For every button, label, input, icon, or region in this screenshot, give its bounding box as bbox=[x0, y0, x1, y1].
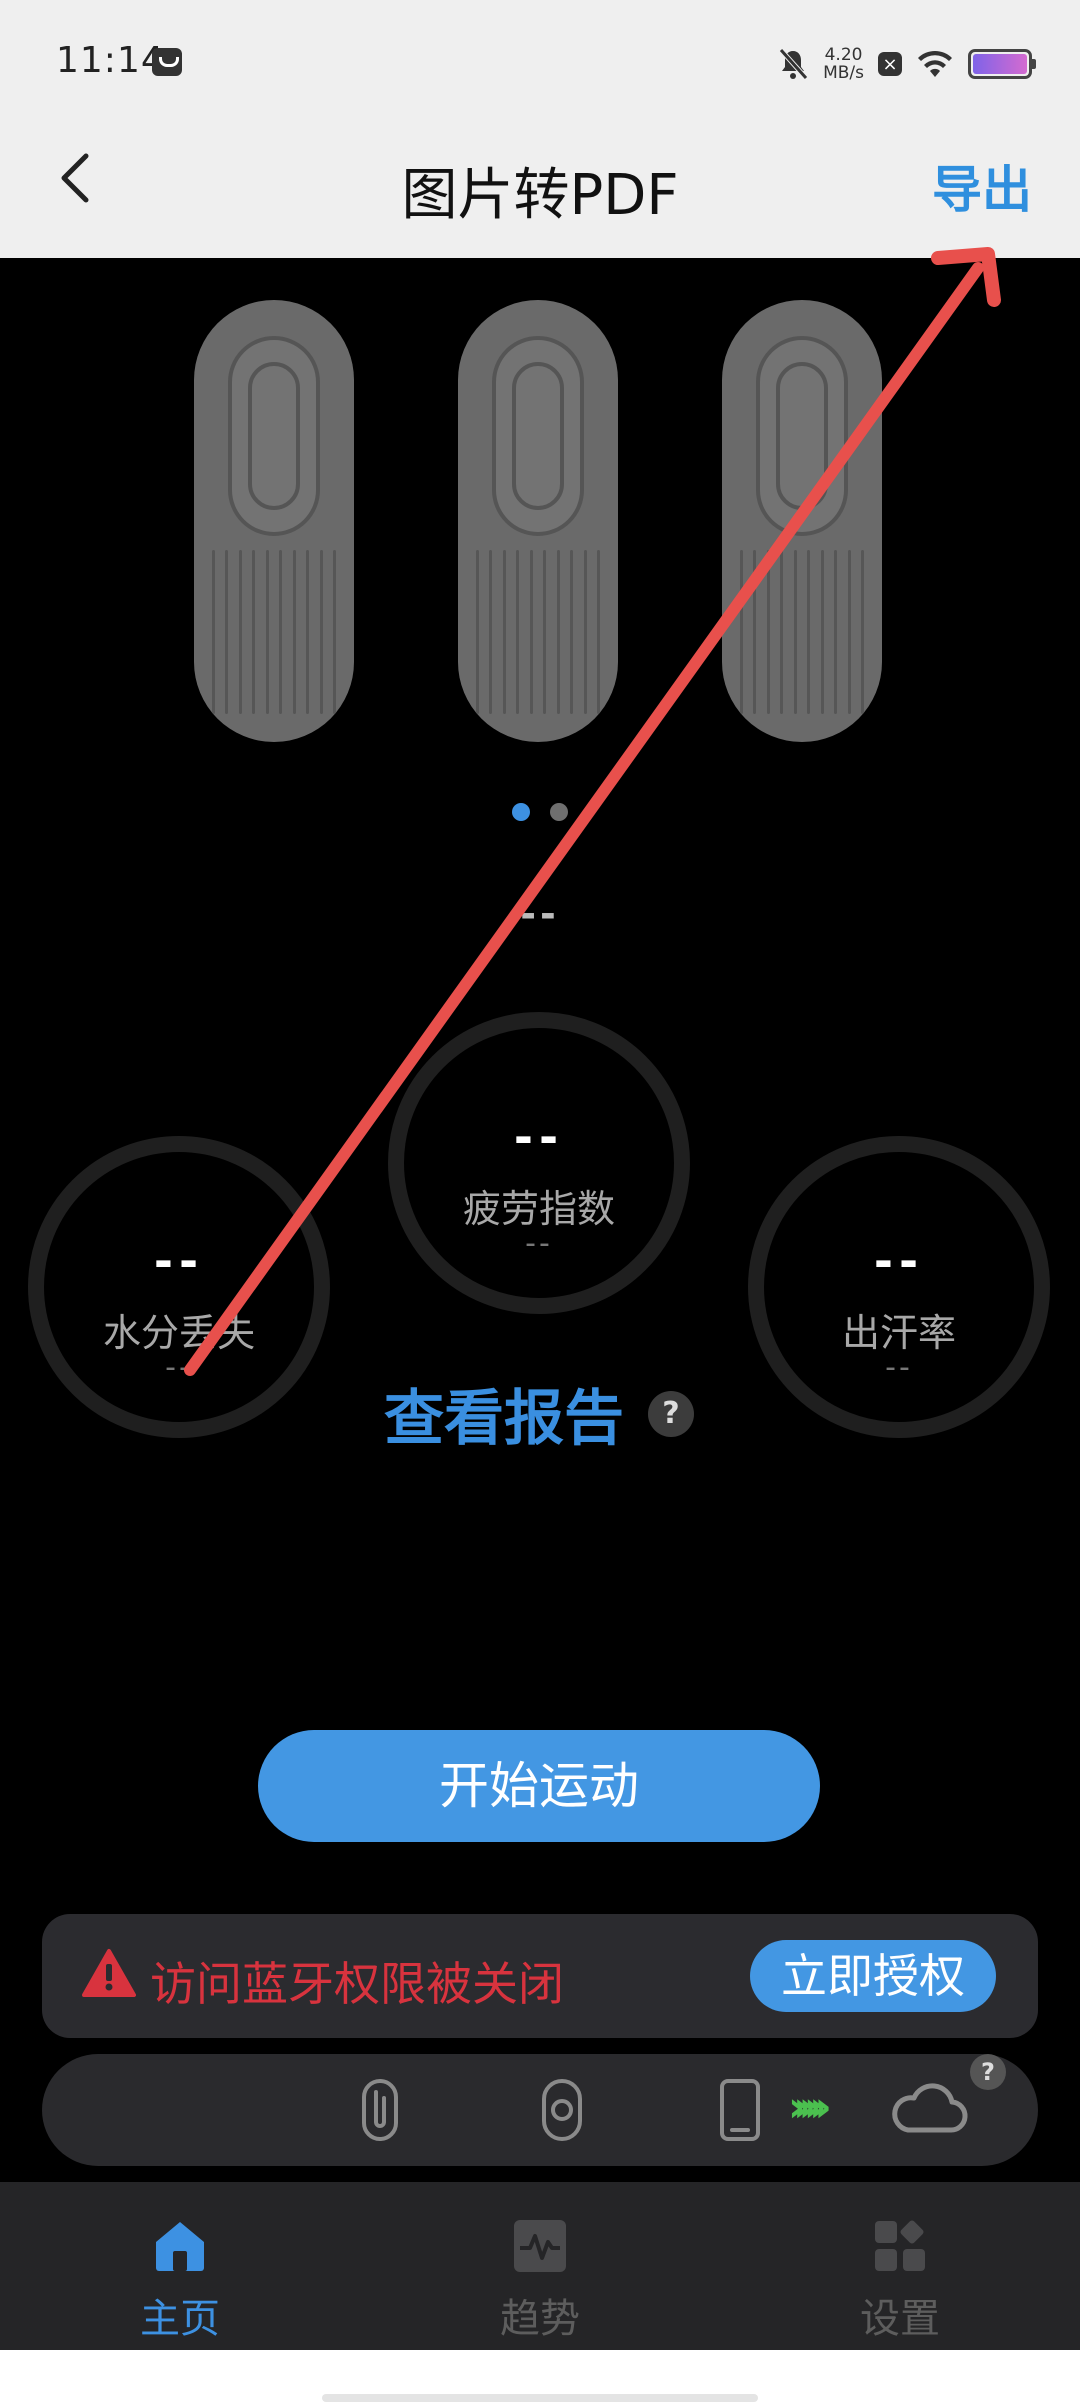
page-title: 图片转PDF bbox=[401, 163, 679, 228]
cloud-icon bbox=[892, 2083, 968, 2133]
tab-label: 主页 bbox=[140, 2296, 220, 2342]
page-dot bbox=[550, 803, 568, 821]
battery-icon bbox=[968, 49, 1036, 79]
alert-message: 访问蓝牙权限被关闭 bbox=[150, 1957, 564, 2011]
bottom-navigation: 主页 趋势 设置 bbox=[0, 2182, 1080, 2350]
device-help-icon[interactable]: ? bbox=[970, 2054, 1006, 2090]
export-button[interactable]: 导出 bbox=[932, 150, 1032, 222]
metric-fatigue-index[interactable]: -- 疲劳指数 -- bbox=[388, 1012, 690, 1314]
net-speed: 4.20 MB/s bbox=[823, 46, 864, 82]
authorize-button[interactable]: 立即授权 bbox=[750, 1940, 996, 2012]
metric-water-loss[interactable]: -- 水分丢失 -- bbox=[28, 1136, 330, 1438]
tab-trend[interactable]: 趋势 bbox=[440, 2218, 640, 2344]
message-icon bbox=[152, 48, 182, 76]
carousel-page-indicator bbox=[0, 803, 1080, 821]
page-dot-active bbox=[512, 803, 530, 821]
status-right: 4.20 MB/s × bbox=[777, 40, 1036, 88]
insole-image-left[interactable] bbox=[194, 300, 354, 742]
tab-settings[interactable]: 设置 bbox=[800, 2218, 1000, 2344]
net-speed-unit: MB/s bbox=[823, 63, 864, 83]
tab-label: 设置 bbox=[860, 2296, 940, 2342]
metric-sub: -- bbox=[525, 1226, 553, 1261]
gesture-handle[interactable] bbox=[322, 2394, 758, 2402]
bluetooth-alert: 访问蓝牙权限被关闭 立即授权 bbox=[42, 1914, 1038, 2038]
net-speed-value: 4.20 bbox=[824, 45, 863, 65]
mute-bell-icon bbox=[779, 48, 808, 80]
insole-image-right[interactable] bbox=[722, 300, 882, 742]
insole-carousel[interactable] bbox=[0, 300, 1080, 745]
tab-label: 趋势 bbox=[500, 2296, 580, 2342]
tab-home[interactable]: 主页 bbox=[80, 2218, 280, 2344]
home-icon bbox=[156, 2222, 204, 2271]
metric-value: -- bbox=[153, 1234, 205, 1288]
top-bar: 11:14 4.20 MB/s × 图片转PDF 导出 bbox=[0, 0, 1080, 258]
view-report: 查看报告 ? bbox=[384, 1370, 694, 1457]
trend-icon bbox=[514, 2220, 566, 2272]
metric-sub: -- bbox=[885, 1350, 913, 1385]
help-icon[interactable]: ? bbox=[648, 1390, 694, 1437]
insole-icon bbox=[362, 2079, 398, 2141]
status-bar: 11:14 4.20 MB/s × bbox=[0, 0, 1080, 126]
start-exercise-button[interactable]: 开始运动 bbox=[258, 1730, 820, 1842]
warning-icon bbox=[82, 1949, 136, 1997]
metric-label: 疲劳指数 bbox=[462, 1187, 615, 1231]
view-report-link[interactable]: 查看报告 bbox=[384, 1370, 624, 1457]
header: 图片转PDF 导出 bbox=[0, 126, 1080, 258]
metric-label: 水分丢失 bbox=[102, 1311, 255, 1355]
metric-value: -- bbox=[513, 1110, 565, 1164]
insole-image-middle[interactable] bbox=[458, 300, 618, 742]
top-value: -- bbox=[520, 892, 560, 936]
metric-value: -- bbox=[873, 1234, 925, 1288]
settings-icon bbox=[875, 2220, 925, 2271]
metric-sweat-rate[interactable]: -- 出汗率 -- bbox=[748, 1136, 1050, 1438]
metric-label: 出汗率 bbox=[841, 1311, 956, 1355]
device-status-bar: ›››››› ? bbox=[42, 2054, 1038, 2166]
sensor-icon bbox=[542, 2079, 582, 2141]
status-time: 11:14 bbox=[56, 40, 165, 81]
sync-progress-chevrons: ›››››› bbox=[788, 2082, 832, 2131]
metric-sub: -- bbox=[165, 1350, 193, 1385]
system-gesture-bar bbox=[0, 2350, 1080, 2408]
wifi-icon bbox=[918, 50, 952, 77]
phone-icon bbox=[720, 2079, 760, 2141]
close-notification-icon: × bbox=[878, 52, 902, 76]
